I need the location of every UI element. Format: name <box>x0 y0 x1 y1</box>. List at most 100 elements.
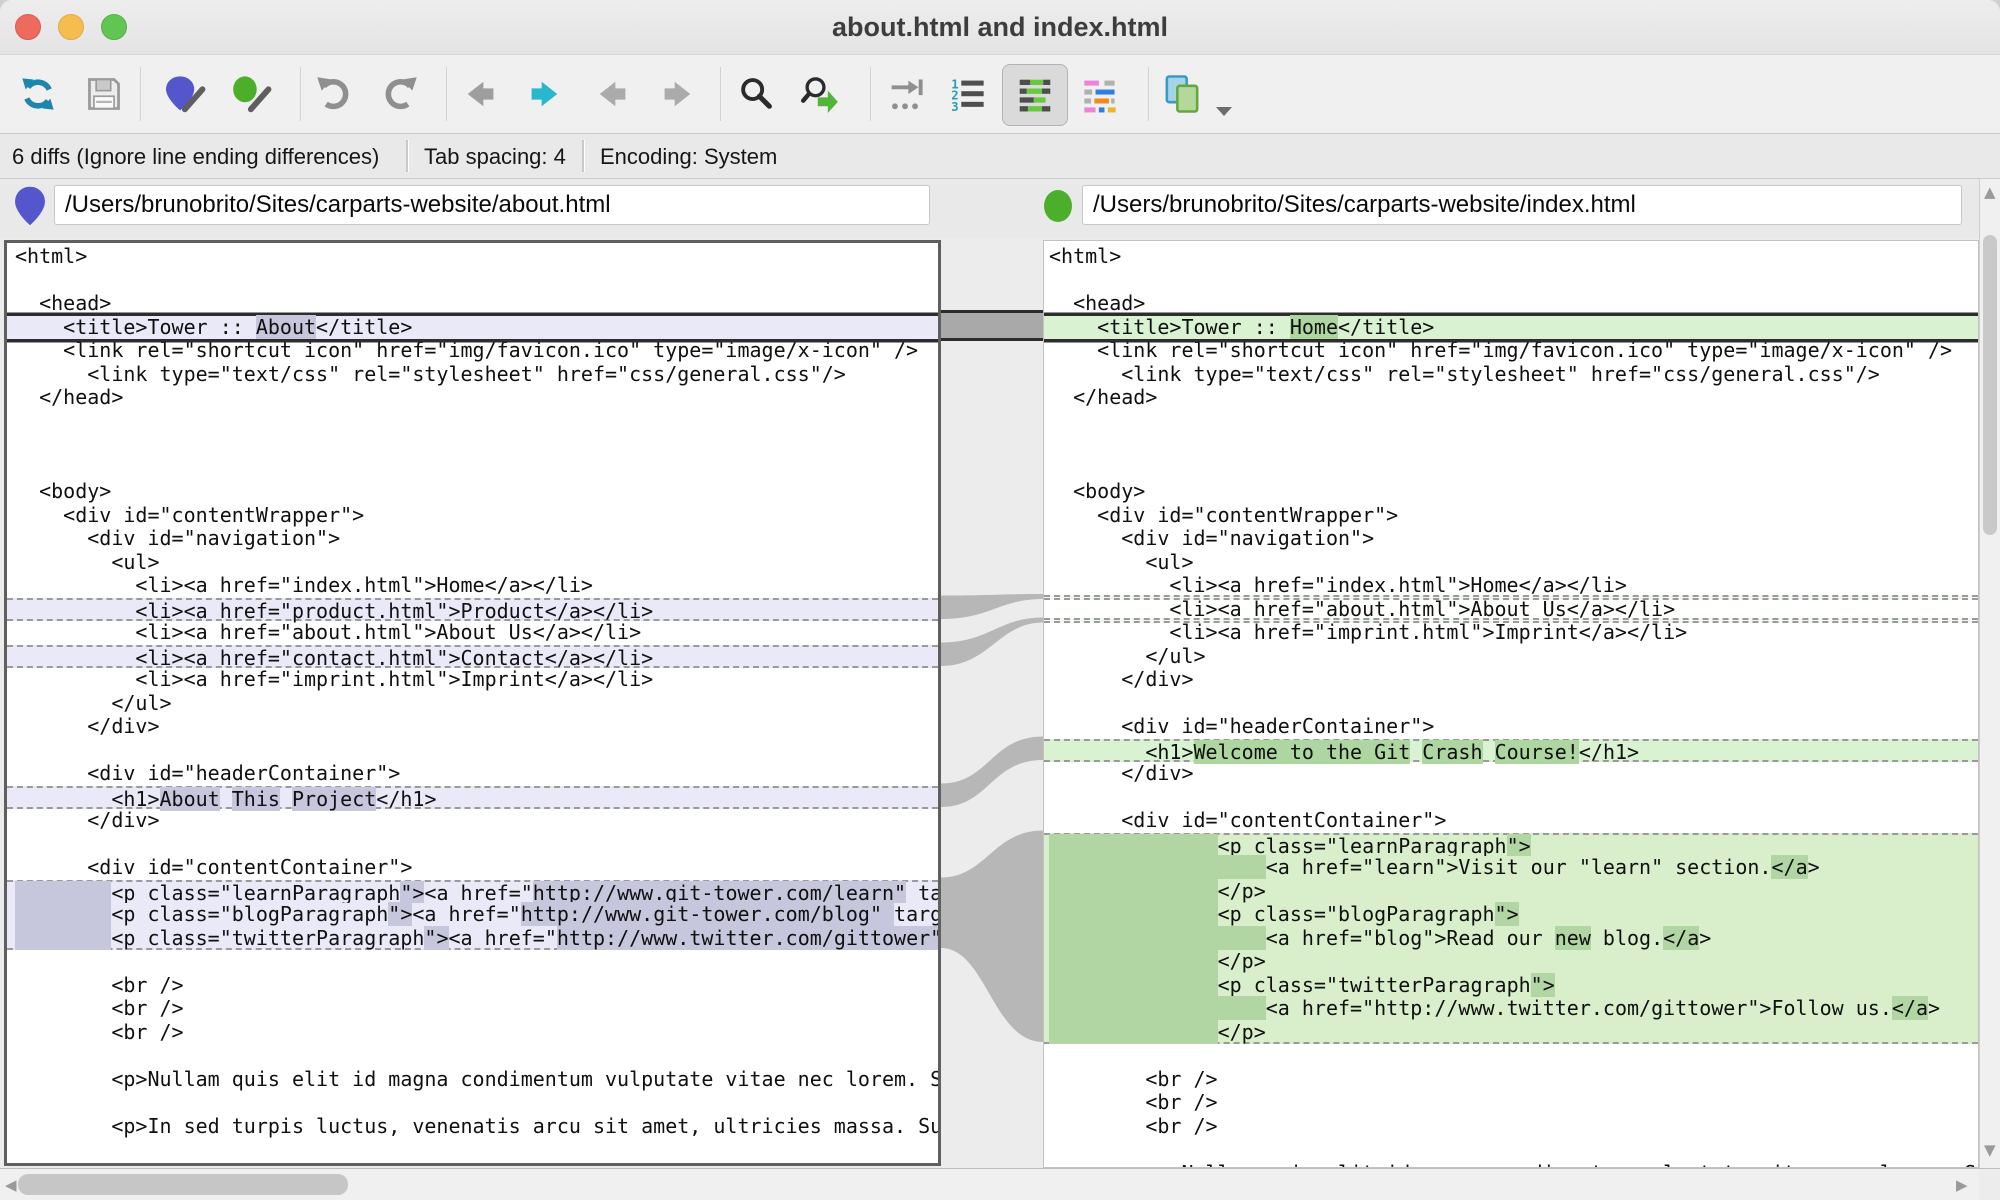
left-code-pane[interactable]: <html> <head> <title>Tower :: About</tit… <box>4 240 941 1166</box>
code-line: </div> <box>7 715 938 739</box>
word-diff-highlight <box>15 881 111 905</box>
redo-icon <box>381 75 419 113</box>
diff-connector <box>941 594 1043 619</box>
scroll-up-arrow-icon[interactable]: ▲ <box>1984 183 1996 201</box>
code-line: <a href="learn">Visit our "learn" sectio… <box>1044 856 1978 880</box>
diff-gutter <box>941 238 1043 1168</box>
edit-left-file-button[interactable] <box>162 65 210 123</box>
code-line: </p> <box>1044 1021 1978 1045</box>
code-line: <p class="learnParagraph"><a href="http:… <box>7 880 938 904</box>
previous-diff-button[interactable] <box>456 65 504 123</box>
syntax-coloring-button[interactable] <box>1076 65 1124 123</box>
toolbar-separator <box>720 67 721 121</box>
code-line: <p class="blogParagraph"><a href="http:/… <box>7 903 938 927</box>
copy-pages-button[interactable] <box>1158 65 1206 123</box>
word-diff-highlight: Project <box>292 787 376 811</box>
word-diff-highlight: Crash <box>1422 740 1482 764</box>
diff-tool-window: about.html and index.html <box>0 0 2000 1200</box>
scroll-right-arrow-icon[interactable]: ▶ <box>1956 1176 1968 1194</box>
code-line: <li><a href="imprint.html">Imprint</a></… <box>7 668 938 692</box>
code-line <box>1044 433 1978 457</box>
save-icon <box>85 75 123 113</box>
vertical-scrollbar-thumb[interactable] <box>1983 235 1997 535</box>
code-line: <ul> <box>7 551 938 575</box>
word-diff-highlight: "> <box>424 926 448 950</box>
code-line <box>1044 1138 1978 1162</box>
line-numbers-button[interactable]: 1 2 3 <box>944 65 992 123</box>
word-diff-highlight: About <box>160 787 220 811</box>
refresh-button[interactable] <box>14 65 62 123</box>
horizontal-scrollbar-thumb[interactable] <box>18 1174 348 1195</box>
left-file-marker-pin-icon <box>14 185 46 227</box>
tab-spacing-icon <box>886 75 924 113</box>
code-line: <p class="learnParagraph"> <box>1044 833 1978 857</box>
previous-file-button[interactable] <box>588 65 636 123</box>
vertical-scrollbar[interactable]: ▲ ▼ <box>1979 179 2000 1168</box>
code-line: <br /> <box>7 1021 938 1045</box>
toolbar-separator <box>870 67 871 121</box>
word-diff-highlight: "> <box>1507 834 1531 858</box>
code-line: <div id="contentContainer"> <box>7 856 938 880</box>
redo-button[interactable] <box>376 65 424 123</box>
horizontal-scrollbar[interactable]: ◀ ▶ <box>0 1168 1979 1200</box>
code-line <box>1044 786 1978 810</box>
toolbar: 1 2 3 <box>0 55 2000 134</box>
inline-diff-button[interactable] <box>1002 64 1068 126</box>
tab-spacing-button[interactable] <box>881 65 929 123</box>
copy-pages-icon <box>1161 73 1203 115</box>
code-line: <p>In sed turpis luctus, venenatis arcu … <box>7 1115 938 1139</box>
scroll-left-arrow-icon[interactable]: ◀ <box>5 1176 17 1194</box>
word-diff-highlight: "> <box>1495 902 1519 926</box>
code-line: <div id="contentWrapper"> <box>7 504 938 528</box>
blue-pin-edit-icon <box>166 74 206 114</box>
word-diff-highlight: "> <box>400 881 424 905</box>
dropdown-caret-icon[interactable] <box>1216 107 1232 116</box>
toolbar-separator <box>140 67 141 121</box>
status-separator <box>582 140 585 172</box>
next-diff-button[interactable] <box>521 65 569 123</box>
green-dot-edit-icon <box>232 74 272 114</box>
search-next-button[interactable] <box>796 65 844 123</box>
title-bar: about.html and index.html <box>0 0 2000 55</box>
undo-icon <box>315 75 353 113</box>
code-line: <link type="text/css" rel="stylesheet" h… <box>1044 363 1978 387</box>
word-diff-highlight <box>1049 1020 1218 1044</box>
code-line: <html> <box>1044 245 1978 269</box>
diff-count-status: 6 diffs (Ignore line ending differences) <box>12 144 379 170</box>
code-line: <h1>Welcome to the Git Crash Course!</h1… <box>1044 739 1978 763</box>
word-diff-highlight <box>1049 949 1218 973</box>
code-line <box>7 1091 938 1115</box>
left-file-path-input[interactable] <box>54 185 930 225</box>
diff-connector <box>941 831 1043 1043</box>
code-line <box>1044 457 1978 481</box>
scroll-down-arrow-icon[interactable]: ▼ <box>1984 1141 1996 1159</box>
next-file-button[interactable] <box>654 65 702 123</box>
toolbar-separator <box>446 67 447 121</box>
code-line: <div id="contentWrapper"> <box>1044 504 1978 528</box>
previous-diff-arrow-icon <box>461 75 499 113</box>
word-diff-highlight <box>1049 926 1266 950</box>
collapsed-diff-marker <box>1044 618 1978 623</box>
edit-right-file-button[interactable] <box>228 65 276 123</box>
code-line: <li><a href="index.html">Home</a></li> <box>7 574 938 598</box>
code-line: <br /> <box>7 974 938 998</box>
diff-connectors <box>941 238 1043 1168</box>
word-diff-highlight: "> <box>388 902 412 926</box>
code-line: </head> <box>1044 386 1978 410</box>
status-bar: 6 diffs (Ignore line ending differences)… <box>0 134 2000 179</box>
code-line: <body> <box>1044 480 1978 504</box>
undo-button[interactable] <box>310 65 358 123</box>
collapsed-diff-marker <box>1044 595 1978 600</box>
word-diff-highlight <box>15 902 111 926</box>
word-diff-highlight <box>1049 902 1218 926</box>
right-code-pane[interactable]: <html> <head> <title>Tower :: Home</titl… <box>1043 240 1979 1168</box>
code-line: <p class="twitterParagraph"> <box>1044 974 1978 998</box>
diff-connector <box>941 618 1043 667</box>
word-diff-highlight: http://www.git-tower.com/blog" <box>521 902 894 926</box>
search-button[interactable] <box>732 65 780 123</box>
code-line: <body> <box>7 480 938 504</box>
scrollbar-corner <box>1979 1168 2000 1200</box>
right-file-path-input[interactable] <box>1082 185 1962 225</box>
save-button[interactable] <box>80 65 128 123</box>
word-diff-highlight: Home <box>1290 315 1338 339</box>
